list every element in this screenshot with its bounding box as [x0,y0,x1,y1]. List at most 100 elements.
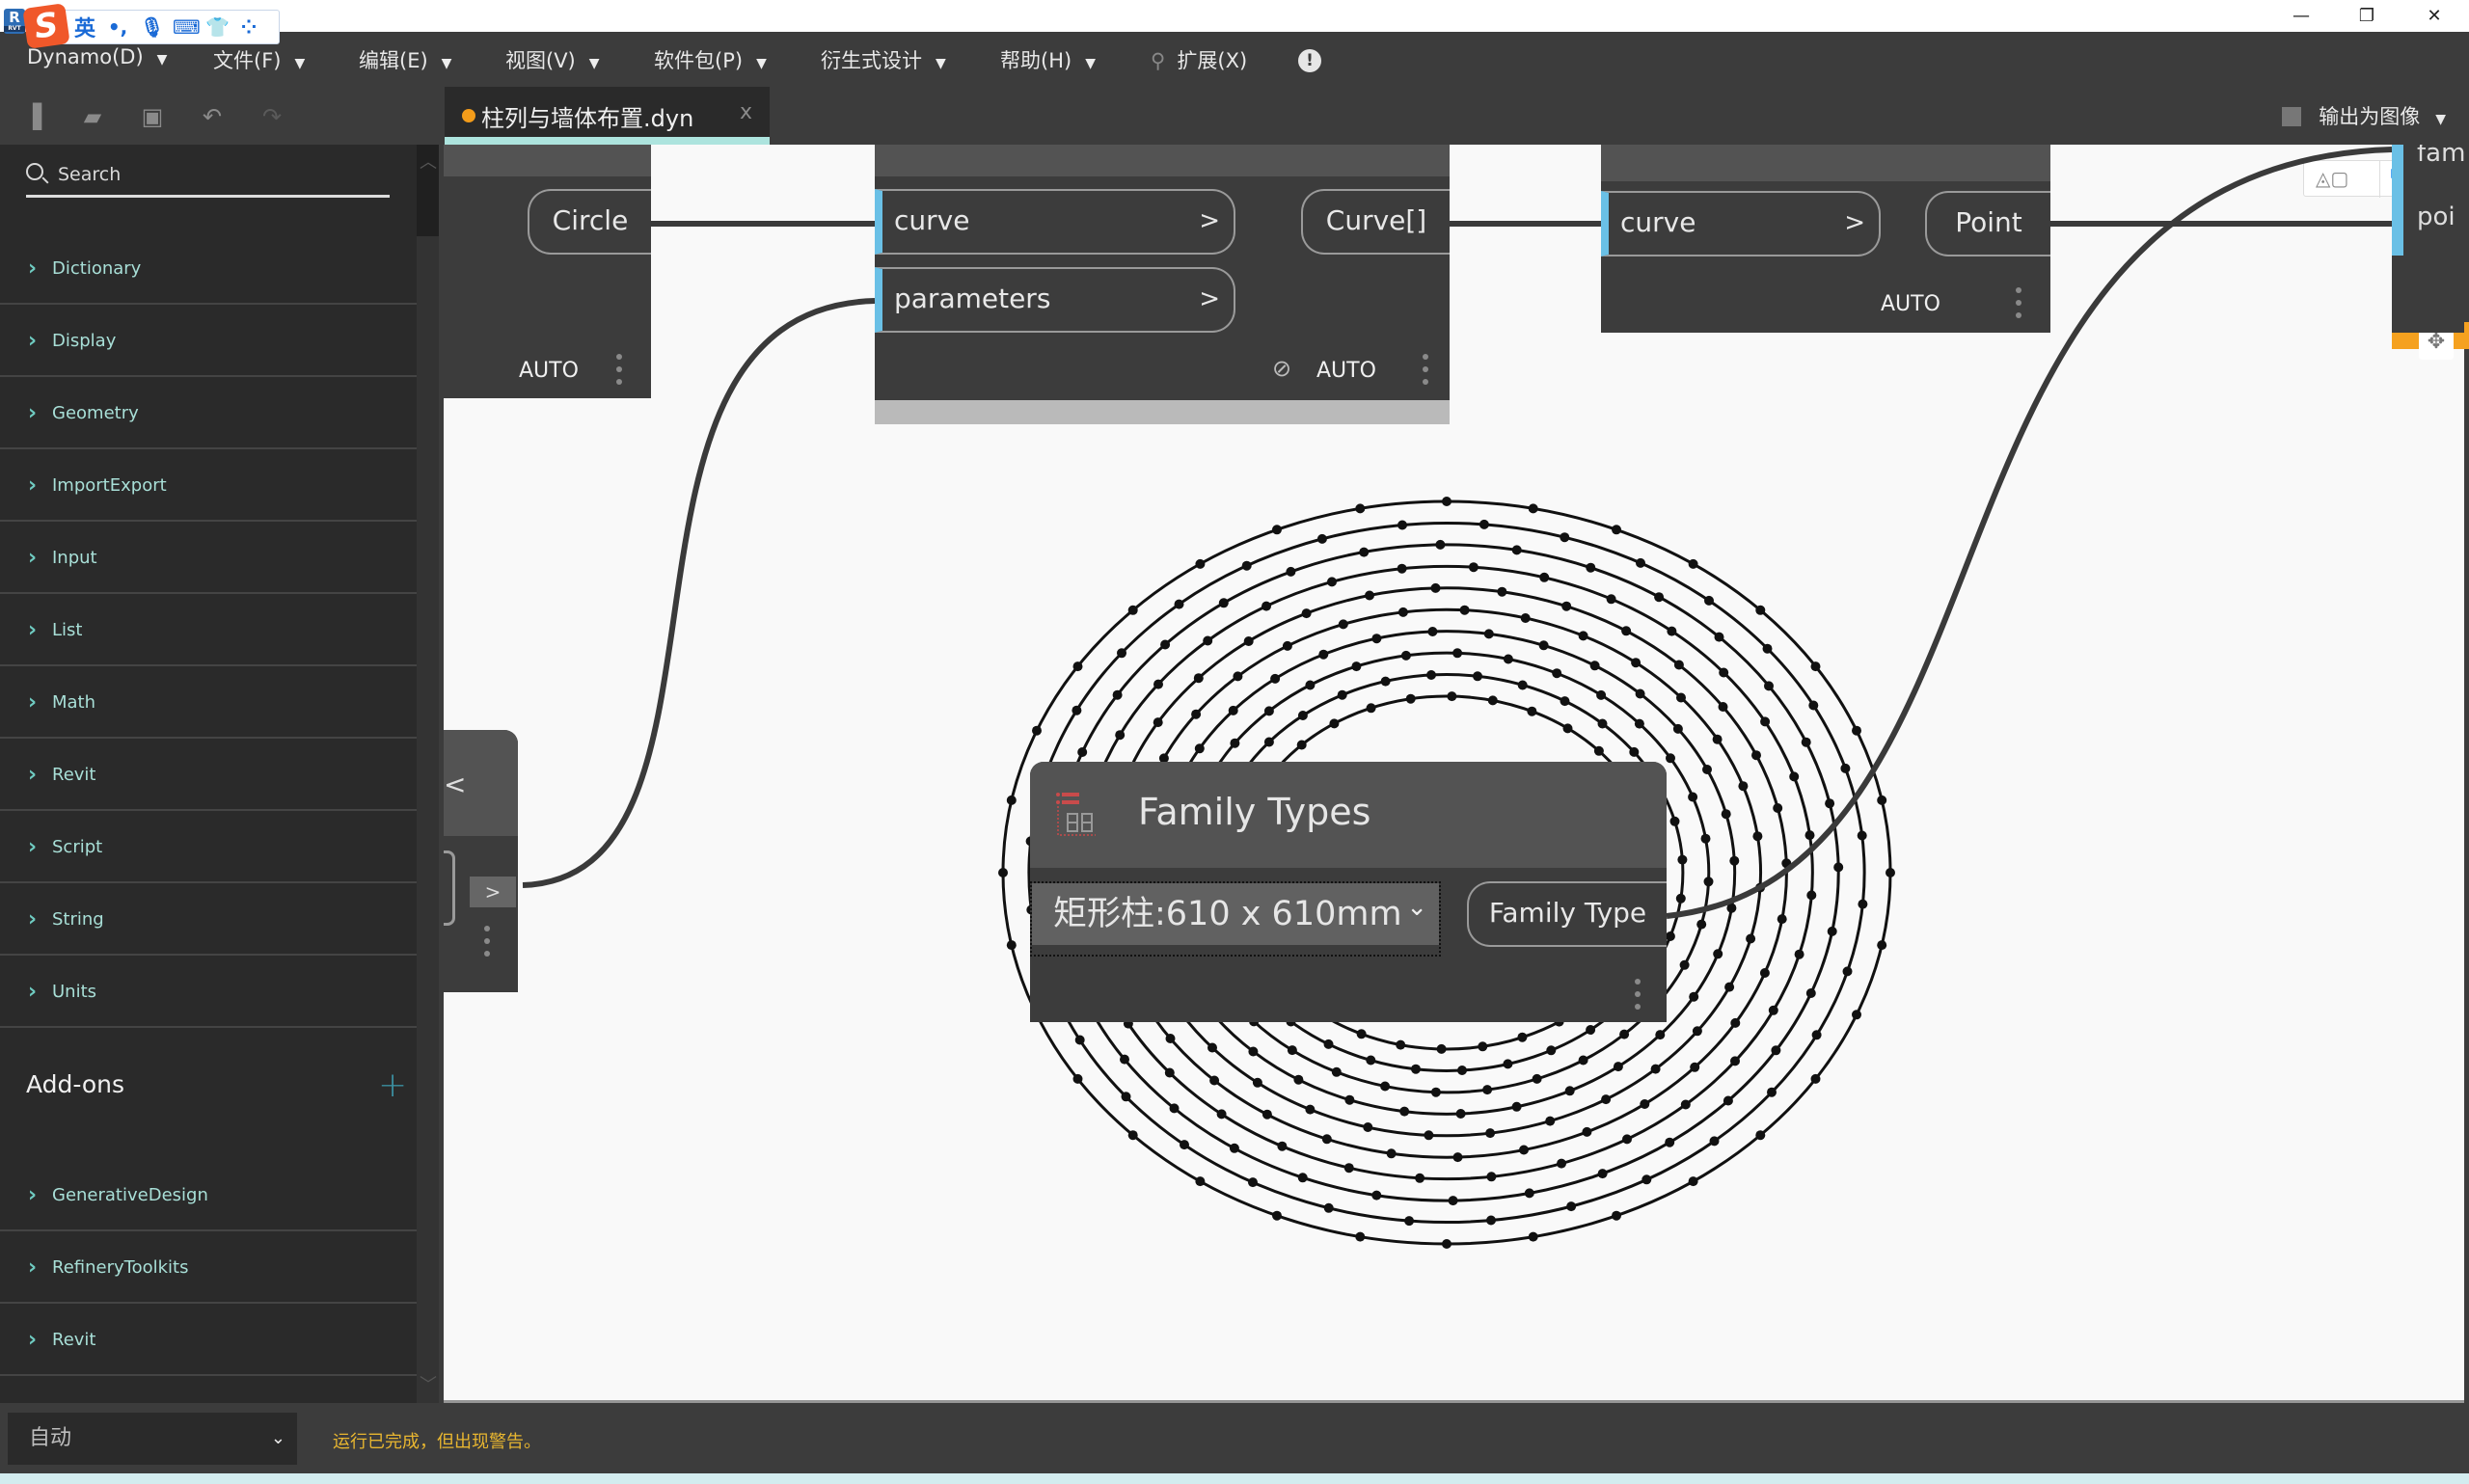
graph-canvas[interactable]: Circle AUTO curve > parameters > Curve[] ⊘… [444,145,2464,1403]
taskbar-edge [0,1473,2469,1484]
input-port-parameters[interactable]: parameters > [875,267,1235,333]
export-image-button[interactable]: 输出为图像 ▼ [2282,101,2446,130]
addon-label: GenerativeDesign [52,1185,208,1205]
node-menu-icon[interactable] [1635,979,1641,1016]
chevron-right-icon: › [28,1328,38,1352]
input-field-edge[interactable] [444,850,455,926]
node-header[interactable] [875,145,1450,176]
ime-mode-toggle[interactable]: 英 [74,12,95,42]
output-port-curves[interactable]: Curve[] [1301,189,1450,255]
menu-generative-design[interactable]: 衍生式设计 ▼ [821,45,946,74]
apps-grid-icon[interactable]: ⁘ [238,15,259,39]
revit-app-icon: R RVT [4,9,25,34]
family-type-dropdown[interactable]: 矩形柱:610 x 610mm ⌄ [1030,881,1441,957]
search-input[interactable] [58,159,376,190]
library-category-dictionary[interactable]: › Dictionary [0,232,417,305]
input-port-point[interactable]: poi [2417,202,2455,231]
addon-label: Revit [52,1330,96,1350]
node-point-at-parameter[interactable]: curve > Point AUTO [1601,145,2050,333]
menu-file[interactable]: 文件(F) ▼ [213,45,305,74]
node-menu-icon[interactable] [2016,287,2021,325]
minimize-button[interactable]: — [2272,0,2330,32]
library-category-input[interactable]: › Input [0,522,417,594]
chevron-right-icon: › [28,1183,38,1207]
menu-packages[interactable]: 软件包(P) ▼ [654,45,767,74]
dropdown-arrow-icon: ▼ [294,56,306,71]
run-mode-select[interactable]: 自动 ⌄ [8,1413,297,1465]
chevron-right-icon: › [28,980,38,1004]
library-category-list[interactable]: › List [0,594,417,666]
menu-dynamo[interactable]: Dynamo(D) ▼ [27,45,167,68]
input-port-family[interactable]: fam [2417,145,2464,168]
chevron-down-icon: ⌄ [1406,893,1427,922]
notification-alert-icon[interactable]: ! [1298,49,1321,72]
chevron-right-icon: › [28,546,38,570]
addon-category-spaceanalysis[interactable]: › SpaceAnalysis [0,1376,417,1403]
chevron-right-icon: › [28,473,38,498]
node-family-types[interactable]: Family Types 矩形柱:610 x 610mm ⌄ Family Ty… [1030,762,1667,1022]
library-category-display[interactable]: › Display [0,305,417,377]
library-category-geometry[interactable]: › Geometry [0,377,417,449]
microphone-icon[interactable]: 🎙 [140,15,164,39]
dropdown-arrow-icon: ▼ [441,56,452,71]
output-port[interactable]: > [470,877,516,907]
new-file-icon[interactable]: ▐ [21,104,44,129]
input-port-strip[interactable] [2392,145,2403,256]
tab-workspace[interactable]: 柱列与墙体布置.dyn x [445,87,770,145]
menu-view[interactable]: 视图(V) ▼ [505,45,600,74]
redo-icon[interactable]: ↷ [260,104,284,129]
menu-extensions[interactable]: ⚲ 扩展(X) [1151,45,1247,74]
library-category-importexport[interactable]: › ImportExport [0,449,417,522]
node-header[interactable] [444,145,651,176]
preview-hidden-icon[interactable]: ⊘ [1272,355,1291,382]
sogou-logo-icon[interactable]: S [22,3,70,49]
node-menu-icon[interactable] [616,354,622,391]
open-folder-icon[interactable]: ▰ [81,104,104,129]
scroll-up-icon[interactable]: ︿ [420,148,437,174]
save-icon[interactable]: ▣ [141,104,164,129]
status-bar: 自动 ⌄ 运行已完成，但出现警告。 [0,1406,2469,1473]
run-status-message: 运行已完成，但出现警告。 [333,1432,541,1452]
node-circle[interactable]: Circle AUTO [444,145,651,398]
library-category-revit[interactable]: › Revit [0,739,417,811]
menu-help[interactable]: 帮助(H) ▼ [1000,45,1096,74]
node-header[interactable]: Family Types [1030,762,1667,868]
menu-edit[interactable]: 编辑(E) ▼ [359,45,451,74]
node-left-partial[interactable]: < > [444,730,518,992]
category-label: Geometry [52,403,139,423]
sidebar-scrollbar[interactable]: ︿ ﹀ [417,145,439,1403]
output-port-family-type[interactable]: Family Type [1467,881,1667,947]
ime-punctuation-toggle[interactable]: •, [107,15,128,39]
output-port-point[interactable]: Point [1925,191,2050,256]
library-category-script[interactable]: › Script [0,811,417,883]
node-right-partial[interactable]: fam poi [2392,145,2464,333]
node-preview-bar[interactable] [875,400,1450,424]
skin-shirt-icon[interactable]: 👕 [205,15,230,39]
chevron-right-icon: › [28,401,38,425]
chevron-down-icon: ⌄ [270,1428,285,1448]
output-port-circle[interactable]: Circle [528,189,651,255]
node-menu-icon[interactable] [484,926,490,963]
library-category-units[interactable]: › Units [0,956,417,1028]
input-port-curve[interactable]: curve > [1601,191,1881,256]
unsaved-indicator-icon [462,109,475,122]
node-divide-curve[interactable]: curve > parameters > Curve[] ⊘ AUTO [875,145,1450,424]
keyboard-icon[interactable]: ⌨ [173,15,201,39]
restore-button[interactable]: ❐ [2338,0,2396,32]
library-category-string[interactable]: › String [0,883,417,956]
addon-category-generativedesign[interactable]: › GenerativeDesign [0,1159,417,1231]
addon-category-refinerytoolkits[interactable]: › RefineryToolkits [0,1231,417,1304]
close-tab-button[interactable]: x [740,100,752,124]
input-port-curve[interactable]: curve > [875,189,1235,255]
node-header[interactable] [1601,145,2050,181]
add-addon-button[interactable]: + [378,1066,407,1105]
library-category-math[interactable]: › Math [0,666,417,739]
scroll-down-icon[interactable]: ﹀ [420,1371,437,1396]
node-menu-icon[interactable] [1423,354,1428,391]
tab-title: 柱列与墙体布置.dyn [481,105,694,132]
close-window-button[interactable]: ✕ [2405,0,2463,32]
category-label: Input [52,548,97,568]
undo-icon[interactable]: ↶ [201,104,224,129]
addon-category-revit[interactable]: › Revit [0,1304,417,1376]
addons-heading: Add-ons [26,1070,125,1098]
